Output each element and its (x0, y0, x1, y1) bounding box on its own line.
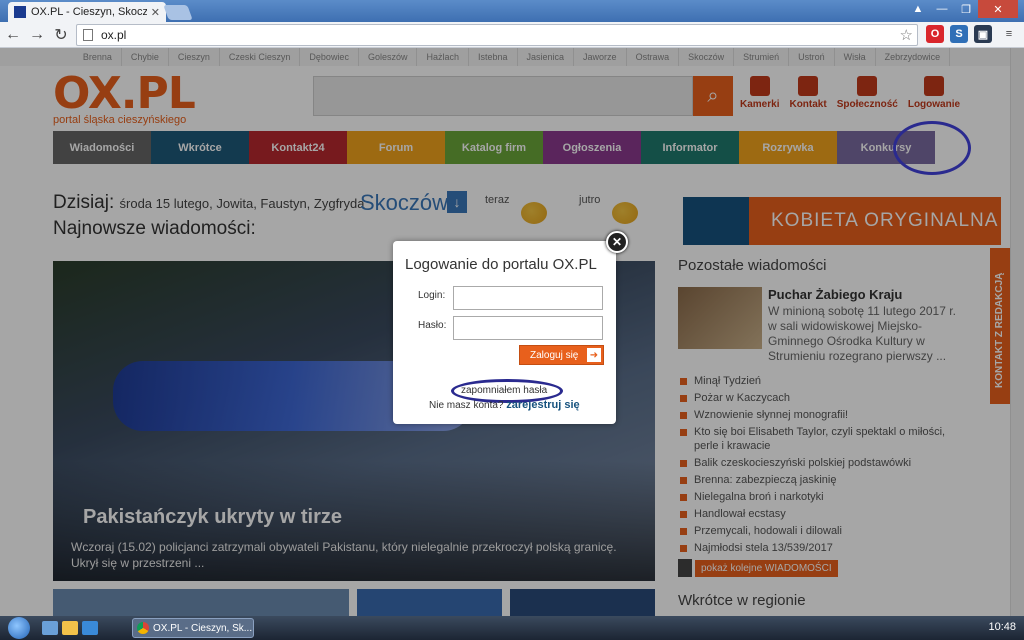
maximize-button[interactable]: ❐ (954, 0, 978, 18)
opera-extension-icon[interactable]: O (926, 25, 944, 43)
camera-extension-icon[interactable]: ▣ (974, 25, 992, 43)
close-window-button[interactable]: ✕ (978, 0, 1018, 18)
windows-icon (8, 617, 30, 639)
menu-icon[interactable]: ≡ (1000, 25, 1018, 43)
bookmark-star-icon[interactable]: ☆ (900, 26, 913, 44)
desktop-icon[interactable] (42, 621, 58, 635)
annotation-circle (893, 121, 971, 175)
window-controls: ▲ — ❐ ✕ (906, 0, 1018, 18)
chrome-icon (137, 622, 149, 634)
arrow-right-icon: ➜ (587, 348, 601, 362)
forward-icon[interactable]: → (26, 24, 48, 46)
password-label: Hasło: (418, 320, 447, 331)
login-button[interactable]: Zaloguj się ➜ (519, 345, 604, 365)
s-extension-icon[interactable]: S (950, 25, 968, 43)
address-bar[interactable]: ox.pl ☆ (76, 24, 918, 46)
taskbar: OX.PL - Cieszyn, Sk... 10:48 (0, 616, 1024, 640)
favicon-icon (14, 6, 26, 18)
close-icon[interactable]: ✕ (606, 231, 628, 253)
reload-icon[interactable]: ↻ (50, 24, 72, 46)
login-label: Login: (418, 290, 446, 301)
browser-titlebar: OX.PL - Cieszyn, Skoczów ✕ ▲ — ❐ ✕ (0, 0, 1024, 22)
register-link[interactable]: zarejestruj się (506, 399, 579, 411)
ie-icon[interactable] (82, 621, 98, 635)
tab-title: OX.PL - Cieszyn, Skoczów (31, 6, 147, 18)
taskbar-item-chrome[interactable]: OX.PL - Cieszyn, Sk... (132, 618, 254, 638)
login-dialog: ✕ Logowanie do portalu OX.PL Login: Hasł… (393, 231, 628, 424)
browser-toolbar: ← → ↻ ox.pl ☆ O S ▣ ≡ (0, 22, 1024, 48)
password-field[interactable] (453, 316, 603, 340)
clock[interactable]: 10:48 (988, 621, 1016, 633)
url-text: ox.pl (101, 28, 127, 42)
close-tab-icon[interactable]: ✕ (151, 6, 160, 19)
back-icon[interactable]: ← (2, 24, 24, 46)
user-icon[interactable]: ▲ (906, 0, 930, 18)
dialog-title: Logowanie do portalu OX.PL (405, 256, 597, 273)
start-button[interactable] (0, 616, 38, 640)
new-tab-button[interactable] (163, 5, 193, 20)
folder-icon[interactable] (62, 621, 78, 635)
page-icon (83, 29, 93, 41)
minimize-button[interactable]: — (930, 0, 954, 18)
register-line: Nie masz konta? zarejestruj się (429, 399, 580, 411)
login-field[interactable] (453, 286, 603, 310)
browser-tab[interactable]: OX.PL - Cieszyn, Skoczów ✕ (8, 2, 166, 22)
